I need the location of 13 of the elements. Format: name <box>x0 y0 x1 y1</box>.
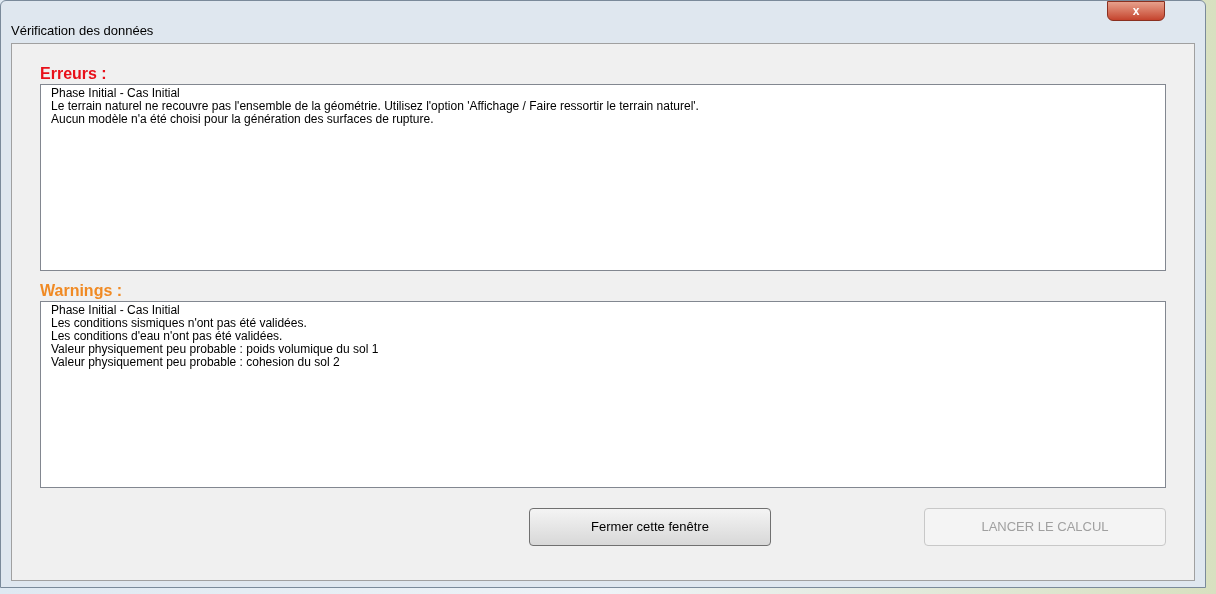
close-button[interactable]: x <box>1107 1 1165 21</box>
message-line: Aucun modèle n'a été choisi pour la génération des surfaces de rupture. <box>51 113 434 126</box>
dialog-button[interactable]: Fermer cette fenêtre <box>529 508 771 546</box>
window-title: Vérification des données <box>11 22 154 40</box>
message-line: Valeur physiquement peu probable : poids volumique du sol 1 <box>51 343 380 356</box>
section-heading: Warnings : <box>40 281 124 301</box>
message-line: Les conditions d'eau n'ont pas été validées. <box>51 330 284 343</box>
message-line: Phase Initial - Cas Initial <box>51 304 181 317</box>
message-line: Phase Initial - Cas Initial <box>51 87 181 100</box>
message-line: Valeur physiquement peu probable : cohesion du sol 2 <box>51 356 341 369</box>
message-line: Les conditions sismiques n'ont pas été validées. <box>51 317 308 330</box>
message-line: Le terrain naturel ne recouvre pas l'ensemble de la géométrie. Utilisez l'option 'Affichage / Faire ressortir le terrain naturel'. <box>51 100 700 113</box>
section-heading: Erreurs : <box>40 64 108 84</box>
